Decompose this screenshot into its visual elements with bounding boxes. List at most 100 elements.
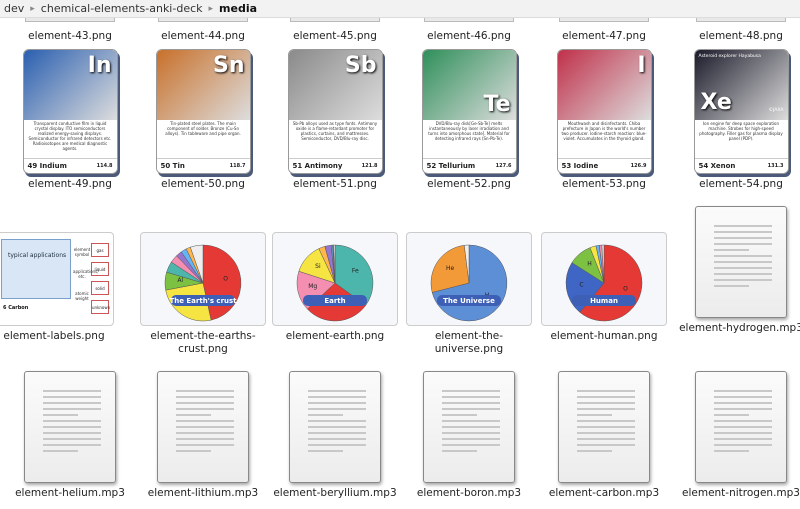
breadcrumb-item-deck[interactable]: chemical-elements-anki-deck	[37, 2, 207, 15]
atomic-weight: 114.8	[96, 163, 113, 169]
file-item[interactable]: I Mouthwash and disinfectants. Chiba pref…	[540, 49, 668, 191]
photo-credit: ©JAXA	[768, 108, 784, 113]
file-item[interactable]: element-beryllium.mp3	[271, 371, 399, 500]
file-item[interactable]: Sn Tin-plated steel plates. The main comp…	[139, 49, 267, 191]
composition-pie-chart: O C H Human	[565, 244, 643, 322]
chart-banner-text: The Earth's crust	[169, 297, 237, 305]
breadcrumb-item-dev[interactable]: dev	[0, 2, 28, 15]
element-description: Sb-Pb alloys used as type fonts. Antimon…	[292, 121, 378, 141]
file-item[interactable]: typical applications gas liquid solid unknow…	[0, 232, 118, 343]
element-number-name: 51 Antimony	[292, 162, 343, 170]
file-item[interactable]: element-hydrogen.mp3	[677, 206, 800, 335]
file-item[interactable]: O C H Human element-human.png	[540, 232, 668, 343]
audio-file-icon	[558, 371, 650, 483]
atomic-weight: 126.9	[630, 163, 647, 169]
pie-slice-label: Al	[177, 277, 183, 284]
document-lines	[714, 225, 772, 291]
pie-slice-label: O	[623, 286, 628, 293]
file-name: element-the-earths-crust.png	[150, 330, 256, 355]
element-description: Transparent conductive film in liquid cr…	[28, 121, 112, 151]
photo-caption: Asteroid explorer Hayabusa	[698, 54, 761, 59]
element-symbol: In	[87, 53, 112, 78]
application-box: typical applications	[1, 239, 71, 299]
thumbnail-bottom-edge	[158, 18, 248, 22]
state-box: solid	[91, 281, 109, 295]
side-label: element symbol	[73, 247, 91, 257]
audio-file-icon	[695, 206, 787, 318]
pie-chart-thumbnail: FeOMgSiEarth	[272, 232, 398, 326]
chart-banner-text: The Universe	[443, 297, 495, 305]
chevron-right-icon: ▸	[30, 3, 35, 14]
element-number-name: 53 Iodine	[561, 162, 599, 170]
chart-banner-text: Human	[590, 297, 618, 305]
file-item[interactable]: element-44.png	[139, 26, 267, 43]
file-item[interactable]: FeOMgSiEarthelement-earth.png	[271, 232, 399, 343]
element-card-footer: 52 Tellurium 127.6	[422, 158, 516, 173]
file-item[interactable]: element-carbon.mp3	[540, 371, 668, 500]
breadcrumb-item-media[interactable]: media	[215, 2, 261, 15]
atomic-weight: 121.8	[361, 163, 378, 169]
file-item[interactable]: In Transparent conductive film in liquid …	[6, 49, 134, 191]
file-item[interactable]: element-47.png	[540, 26, 668, 43]
file-name: element-47.png	[562, 30, 646, 42]
application-title: typical applications	[8, 252, 67, 259]
state-box: unknown	[91, 300, 110, 314]
document-lines	[442, 390, 500, 456]
file-item[interactable]: OSiAlThe Earth's crustelement-the-earths…	[139, 232, 267, 356]
audio-file-icon	[289, 371, 381, 483]
pie-chart-thumbnail: HHeThe Universe	[406, 232, 532, 326]
file-name: element-48.png	[699, 30, 783, 42]
pie-chart-thumbnail: O C H Human	[541, 232, 667, 326]
file-name: element-53.png	[562, 178, 646, 190]
element-card-footer: 54 Xenon 131.3	[694, 158, 788, 173]
element-number-name: 49 Indium	[27, 162, 67, 170]
audio-file-icon	[157, 371, 249, 483]
file-item[interactable]: Te DVD/Blu-ray disk[Ge-Sb-Te] melts insta…	[405, 49, 533, 191]
file-item[interactable]: element-lithium.mp3	[139, 371, 267, 500]
file-name: element-54.png	[699, 178, 783, 190]
file-name: element-the-universe.png	[434, 330, 504, 355]
audio-file-icon	[695, 371, 787, 483]
file-item[interactable]: Sb Sb-Pb alloys used as type fonts. Antim…	[271, 49, 399, 191]
file-item[interactable]: element-43.png	[6, 26, 134, 43]
element-description: Tin-plated steel plates. The main compon…	[165, 121, 241, 136]
file-item[interactable]: element-48.png	[677, 26, 800, 43]
file-item[interactable]: element-45.png	[271, 26, 399, 43]
file-item[interactable]: element-boron.mp3	[405, 371, 533, 500]
composition-pie-chart: OSiAlThe Earth's crust	[164, 244, 242, 322]
file-name: element-44.png	[161, 30, 245, 42]
element-card-thumbnail: Te DVD/Blu-ray disk[Ge-Sb-Te] melts insta…	[421, 49, 517, 174]
pie-slice-label: Fe	[352, 268, 359, 275]
atomic-weight: 118.7	[229, 163, 246, 169]
element-symbol: I	[637, 53, 646, 78]
file-name: element-52.png	[427, 178, 511, 190]
file-name: element-labels.png	[3, 330, 105, 342]
file-name: element-boron.mp3	[416, 487, 522, 499]
element-card-thumbnail: Sn Tin-plated steel plates. The main comp…	[155, 49, 251, 174]
side-label: atomic weight	[75, 291, 89, 301]
element-number-name: 54 Xenon	[698, 162, 736, 170]
element-card-thumbnail: In Transparent conductive film in liquid …	[22, 49, 118, 174]
thumbnail-bottom-edge	[424, 18, 514, 22]
element-card-thumbnail: I Mouthwash and disinfectants. Chiba pref…	[556, 49, 652, 174]
state-box: gas	[91, 243, 109, 257]
pie-slice-label: He	[446, 265, 455, 272]
file-item[interactable]: HHeThe Universeelement-the-universe.png	[405, 232, 533, 356]
element-card-thumbnail: Sb Sb-Pb alloys used as type fonts. Antim…	[287, 49, 383, 174]
file-name: element-45.png	[293, 30, 377, 42]
labels-thumbnail: typical applications gas liquid solid unknow…	[0, 232, 114, 326]
file-item[interactable]: element-nitrogen.mp3	[677, 371, 800, 500]
element-example: 6 Carbon	[3, 305, 29, 311]
file-item[interactable]: Asteroid explorer Hayabusa ©JAXA Xe Ion eng…	[677, 49, 800, 191]
element-description: DVD/Blu-ray disk[Ge-Sb-Te] melts instant…	[428, 121, 510, 141]
composition-pie-chart: HHeThe Universe	[430, 244, 508, 322]
file-name: element-46.png	[427, 30, 511, 42]
element-card-thumbnail: Asteroid explorer Hayabusa ©JAXA Xe Ion eng…	[693, 49, 789, 174]
file-item[interactable]: element-46.png	[405, 26, 533, 43]
document-lines	[176, 390, 234, 456]
element-number-name: 50 Tin	[160, 162, 185, 170]
file-name: element-lithium.mp3	[147, 487, 259, 499]
file-item[interactable]: element-helium.mp3	[6, 371, 134, 500]
element-symbol: Xe	[700, 90, 732, 115]
thumbnail-bottom-edge	[559, 18, 649, 22]
